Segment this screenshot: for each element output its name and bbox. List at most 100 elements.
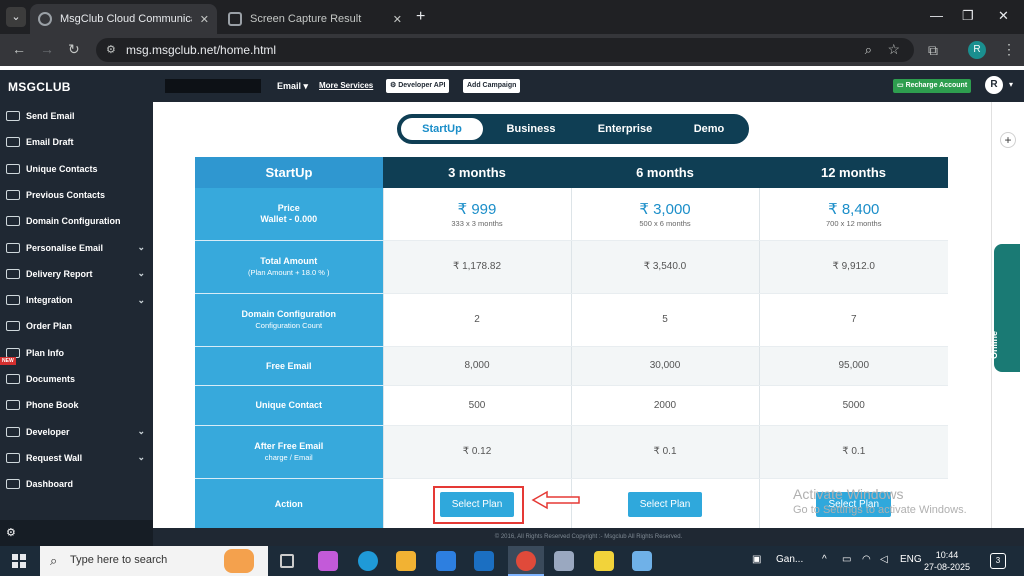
sidebar-item-developer[interactable]: Developer ⌄ bbox=[0, 419, 153, 445]
close-tab-icon[interactable]: ✕ bbox=[393, 13, 402, 26]
snipping-tool-icon[interactable] bbox=[554, 551, 574, 571]
store-icon[interactable] bbox=[436, 551, 456, 571]
app-header: Email ▾ More Services ⚙ Developer API Ad… bbox=[153, 70, 1024, 102]
sidebar-item-unique-contacts[interactable]: Unique Contacts bbox=[0, 156, 153, 182]
paint-icon[interactable] bbox=[632, 551, 652, 571]
price-label: Price bbox=[277, 203, 300, 214]
language-indicator[interactable]: ENG bbox=[900, 554, 922, 565]
forward-icon[interactable]: → bbox=[40, 41, 54, 57]
row-label-unique-contact: Unique Contact bbox=[195, 385, 383, 426]
add-campaign-button[interactable]: Add Campaign bbox=[463, 79, 521, 93]
plan-table: StartUp 3 months 6 months 12 months Pric… bbox=[195, 157, 948, 528]
minimize-icon[interactable]: — bbox=[930, 8, 943, 23]
chrome-icon[interactable] bbox=[516, 551, 536, 571]
developer-api-button[interactable]: ⚙ Developer API bbox=[386, 79, 450, 93]
browser-tab-inactive[interactable]: Screen Capture Result ✕ bbox=[220, 4, 410, 34]
email-dropdown[interactable]: Email ▾ bbox=[277, 81, 308, 92]
table-cell: 500 bbox=[382, 385, 571, 426]
task-view-icon[interactable] bbox=[280, 554, 294, 568]
tab-business[interactable]: Business bbox=[491, 118, 571, 140]
restore-icon[interactable]: ❐ bbox=[962, 8, 974, 24]
tab-search-button[interactable]: ⌄ bbox=[6, 7, 26, 27]
tab-startup[interactable]: StartUp bbox=[401, 118, 483, 140]
sidebar: MSGCLUB Send Email Email Draft Unique Cont… bbox=[0, 70, 153, 546]
system-clock[interactable]: 10:44 27-08-2025 bbox=[924, 549, 970, 573]
price-value: ₹ 999 bbox=[457, 200, 497, 218]
tab-demo[interactable]: Demo bbox=[671, 118, 747, 140]
sidebar-footer: ⚙ bbox=[0, 520, 153, 546]
close-window-icon[interactable]: ✕ bbox=[998, 8, 1009, 24]
redacted-block bbox=[165, 79, 261, 93]
sidebar-item-label: Unique Contacts bbox=[26, 163, 98, 174]
bookmark-star-icon[interactable]: ☆ bbox=[887, 41, 900, 58]
search-highlight-icon bbox=[224, 549, 254, 573]
outlook-icon[interactable] bbox=[474, 551, 494, 571]
user-avatar[interactable]: R bbox=[985, 76, 1003, 94]
row-subtitle: (Plan Amount + 18.0 % ) bbox=[247, 268, 330, 277]
new-badge: NEW bbox=[0, 357, 16, 365]
sidebar-item-email-draft[interactable]: Email Draft bbox=[0, 129, 153, 155]
browser-menu-icon[interactable]: ⋮ bbox=[1002, 41, 1016, 58]
close-tab-icon[interactable]: ✕ bbox=[200, 13, 209, 26]
sidebar-item-order-plan[interactable]: Order Plan bbox=[0, 313, 153, 339]
sidebar-item-label: Documents bbox=[26, 374, 76, 384]
sidebar-item-phone-book[interactable]: Phone Book bbox=[0, 392, 153, 418]
highlight-box bbox=[433, 486, 524, 524]
integration-icon bbox=[6, 295, 20, 306]
more-services-link[interactable]: More Services bbox=[319, 81, 373, 90]
file-explorer-icon[interactable] bbox=[396, 551, 416, 571]
url-input[interactable]: ⚙ msg.msgclub.net/home.html ⌕ ☆ bbox=[96, 38, 914, 62]
sidebar-item-domain-configuration[interactable]: Domain Configuration bbox=[0, 208, 153, 234]
extensions-icon[interactable]: ⧉ bbox=[928, 42, 938, 59]
browser-tab-active[interactable]: MsgClub Cloud Communication ✕ bbox=[30, 4, 217, 34]
table-cell: ₹ 1,178.82 bbox=[382, 240, 571, 294]
request-wall-icon bbox=[6, 452, 20, 463]
copilot-icon[interactable] bbox=[318, 551, 338, 571]
tab-enterprise[interactable]: Enterprise bbox=[579, 118, 671, 140]
row-title: Unique Contact bbox=[255, 400, 323, 410]
site-info-icon[interactable]: ⚙ bbox=[106, 43, 120, 57]
sidebar-item-send-email[interactable]: Send Email bbox=[0, 103, 153, 129]
row-subtitle: Configuration Count bbox=[255, 321, 323, 330]
sidebar-item-dashboard[interactable]: Dashboard bbox=[0, 471, 153, 497]
sidebar-item-label: Send Email bbox=[26, 111, 75, 121]
profile-avatar[interactable]: R bbox=[968, 41, 986, 59]
sidebar-item-plan-info[interactable]: Plan Info bbox=[0, 340, 153, 366]
table-cell: 95,000 bbox=[758, 346, 948, 386]
windows-start-icon[interactable] bbox=[12, 554, 26, 568]
brand-logo: MSGCLUB bbox=[8, 80, 71, 94]
volume-icon[interactable]: ◁ bbox=[880, 554, 888, 565]
sidebar-item-documents[interactable]: Documents bbox=[0, 366, 153, 392]
price-cell: ₹ 8,400 700 x 12 months bbox=[758, 188, 948, 241]
zoom-icon[interactable]: ⌕ bbox=[865, 42, 872, 58]
row-title: Total Amount bbox=[260, 256, 318, 266]
chevron-up-icon[interactable]: ^ bbox=[822, 554, 827, 565]
sidebar-item-personalise-email[interactable]: Personalise Email ⌄ bbox=[0, 235, 153, 261]
sidebar-item-previous-contacts[interactable]: Previous Contacts bbox=[0, 182, 153, 208]
sidebar-item-integration[interactable]: Integration ⌄ bbox=[0, 287, 153, 313]
sidebar-item-label: Domain Configuration bbox=[26, 216, 121, 227]
wifi-icon[interactable]: ◠ bbox=[862, 554, 871, 565]
chevron-down-icon[interactable]: ▾ bbox=[1009, 80, 1013, 89]
tray-app-icon[interactable]: ▣ bbox=[752, 554, 761, 565]
edge-icon[interactable] bbox=[358, 551, 378, 571]
reload-icon[interactable]: ↻ bbox=[68, 41, 80, 58]
new-tab-icon[interactable]: + bbox=[416, 8, 425, 26]
online-chat-tab[interactable]: Online bbox=[989, 244, 1020, 372]
back-icon[interactable]: ← bbox=[12, 41, 26, 57]
sticky-notes-icon[interactable] bbox=[594, 551, 614, 571]
notification-icon[interactable]: 3 bbox=[990, 553, 1006, 569]
battery-icon[interactable]: ▭ bbox=[842, 554, 851, 565]
row-label-action: Action bbox=[195, 478, 383, 528]
page-footer: © 2016, All Rights Reserved Copyright :-… bbox=[153, 528, 1024, 546]
sidebar-item-label: Order Plan bbox=[26, 321, 73, 332]
select-plan-button-6-months[interactable]: Select Plan bbox=[627, 491, 703, 517]
add-icon[interactable]: + bbox=[1000, 132, 1016, 148]
tray-app-label[interactable]: Gan... bbox=[776, 554, 803, 565]
sidebar-item-request-wall[interactable]: Request Wall ⌄ bbox=[0, 445, 153, 471]
taskbar-search-input[interactable]: ⌕ Type here to search bbox=[40, 546, 268, 576]
recharge-account-button[interactable]: ▭ Recharge Account bbox=[893, 79, 972, 93]
sidebar-item-delivery-report[interactable]: Delivery Report ⌄ bbox=[0, 261, 153, 287]
settings-icon[interactable]: ⚙ bbox=[6, 526, 16, 539]
unique-contacts-icon bbox=[6, 163, 20, 174]
